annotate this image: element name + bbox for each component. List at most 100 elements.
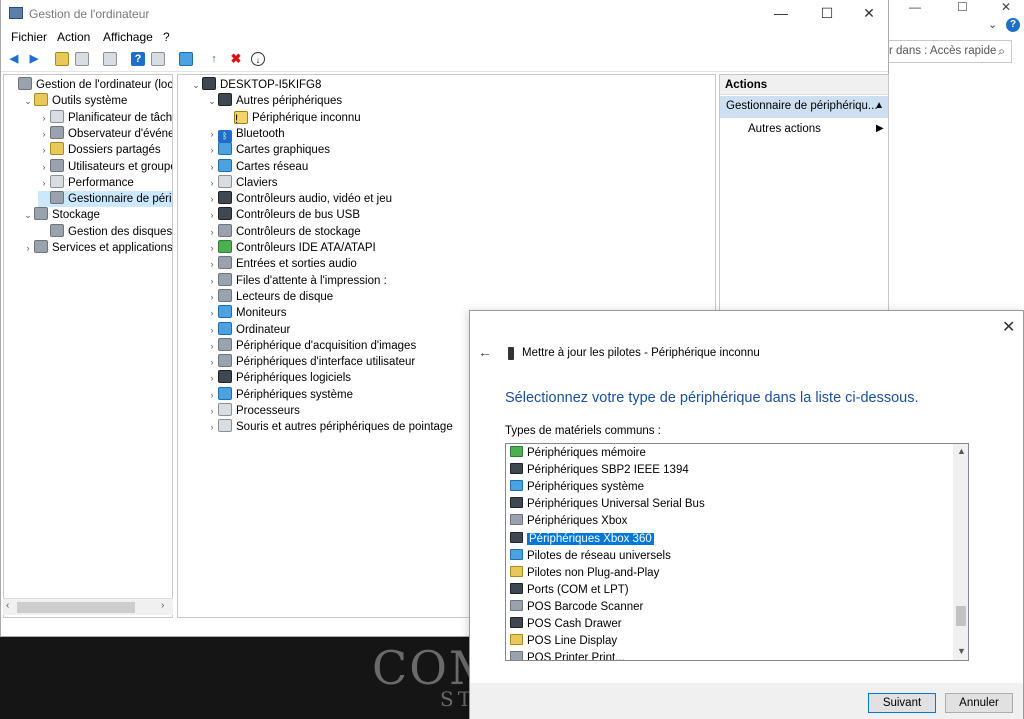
tree-item-gestion-de-l-ordinateur-local[interactable]: Gestion de l'ordinateur (local) xyxy=(6,77,172,93)
collapsed-chevron-icon[interactable]: › xyxy=(206,273,218,289)
collapse-up-icon[interactable]: ▲ xyxy=(874,100,884,111)
disable-device-icon[interactable]: ↓ xyxy=(251,52,265,66)
menu-fichier[interactable]: Fichier xyxy=(11,30,47,44)
tree-item-claviers[interactable]: › Claviers xyxy=(206,174,278,191)
horizontal-scrollbar[interactable]: ‹ › xyxy=(3,598,173,615)
show-hide-tree-icon[interactable] xyxy=(75,52,89,66)
tree-item-peripheriques-d-interface-utilisateur[interactable]: › Périphériques d'interface utilisateur xyxy=(206,354,415,370)
tree-item-controleurs-de-stockage[interactable]: › Contrôleurs de stockage xyxy=(206,223,361,240)
search-input[interactable]: r dans : Accès rapide ⌕ xyxy=(884,40,1012,63)
tree-item-gestion-des-disques[interactable]: Gestion des disques xyxy=(38,223,172,240)
collapsed-chevron-icon[interactable]: › xyxy=(206,240,218,256)
collapsed-chevron-icon[interactable]: › xyxy=(206,419,218,435)
hardware-types-listbox[interactable]: Périphériques mémoire Périphériques SBP2 … xyxy=(505,443,969,661)
scrollbar-thumb[interactable] xyxy=(956,606,966,626)
collapsed-chevron-icon[interactable]: › xyxy=(206,256,218,272)
properties-icon[interactable] xyxy=(103,52,117,66)
bg-maximize-icon[interactable]: ☐ xyxy=(957,0,968,14)
chevron-down-icon[interactable]: ⌄ xyxy=(988,18,997,31)
collapsed-chevron-icon[interactable]: › xyxy=(206,191,218,207)
tree-item-ordinateur[interactable]: › Ordinateur xyxy=(206,321,290,338)
help-icon[interactable]: ? xyxy=(131,52,145,66)
list-item-pos-cash-drawer[interactable]: POS Cash Drawer xyxy=(510,616,622,633)
tree-item-entrees-et-sorties-audio[interactable]: › Entrées et sorties audio xyxy=(206,256,357,272)
tree-item-processeurs[interactable]: › Processeurs xyxy=(206,403,300,419)
cancel-button[interactable]: Annuler xyxy=(945,693,1013,713)
bg-minimize-icon[interactable]: — xyxy=(909,0,921,14)
collapsed-chevron-icon[interactable]: › xyxy=(38,142,50,158)
help-icon[interactable]: ? xyxy=(1006,18,1020,32)
collapsed-chevron-icon[interactable]: › xyxy=(206,159,218,175)
tree-item-utilisateurs-et-groupes-l[interactable]: › Utilisateurs et groupes l xyxy=(38,158,172,175)
next-button[interactable]: Suivant xyxy=(868,693,936,713)
collapsed-chevron-icon[interactable]: › xyxy=(206,338,218,354)
tree-item-souris-et-autres-peripheriques-de-pointage[interactable]: › Souris et autres périphériques de point… xyxy=(206,419,453,435)
up-folder-icon[interactable] xyxy=(55,52,69,66)
list-item-pos-barcode-scanner[interactable]: POS Barcode Scanner xyxy=(510,599,643,616)
menu-action[interactable]: Action xyxy=(57,30,90,44)
tree-item-autres-peripheriques[interactable]: ⌄ Autres périphériques xyxy=(206,93,342,109)
collapsed-chevron-icon[interactable]: › xyxy=(38,175,50,191)
scroll-up-icon[interactable]: ▲ xyxy=(957,446,966,456)
list-item-peripheriques-xbox-360[interactable]: Périphériques Xbox 360 xyxy=(510,531,655,548)
scrollbar-thumb[interactable] xyxy=(17,602,135,613)
scroll-left-icon[interactable]: ‹ xyxy=(6,600,9,611)
list-item-pos-line-display[interactable]: POS Line Display xyxy=(510,633,617,650)
dialog-close-icon[interactable]: ✕ xyxy=(1002,317,1015,337)
scroll-right-icon[interactable]: › xyxy=(161,600,164,611)
tree-item-bluetooth[interactable]: › ᛒ Bluetooth xyxy=(206,126,285,143)
collapsed-chevron-icon[interactable]: › xyxy=(206,289,218,305)
collapsed-chevron-icon[interactable]: › xyxy=(206,403,218,419)
list-item-peripheriques-memoire[interactable]: Périphériques mémoire xyxy=(510,445,646,462)
tree-item-peripheriques-logiciels[interactable]: › Périphériques logiciels xyxy=(206,370,351,386)
collapsed-chevron-icon[interactable]: › xyxy=(206,387,218,403)
close-button[interactable]: ✕ xyxy=(849,2,889,24)
update-driver-icon[interactable]: ↑ xyxy=(207,52,221,66)
list-item-pos-printer-print[interactable]: POS Printer Print... xyxy=(510,650,625,660)
forward-arrow-icon[interactable]: ▶ xyxy=(27,52,41,66)
expanded-chevron-icon[interactable]: ⌄ xyxy=(22,207,34,223)
back-arrow-icon[interactable]: ◀ xyxy=(7,52,21,66)
list-item-peripheriques-systeme[interactable]: Périphériques système xyxy=(510,479,644,496)
actions-device-manager[interactable]: Gestionnaire de périphériqu... ▲ xyxy=(720,96,888,118)
collapsed-chevron-icon[interactable]: › xyxy=(206,370,218,386)
back-arrow-icon[interactable]: ← xyxy=(478,344,492,360)
collapsed-chevron-icon[interactable]: › xyxy=(206,142,218,158)
uninstall-icon[interactable]: ✖ xyxy=(229,52,243,66)
expanded-chevron-icon[interactable]: ⌄ xyxy=(206,93,218,109)
tree-item-cartes-reseau[interactable]: › Cartes réseau xyxy=(206,158,308,175)
tree-item-services-et-applications[interactable]: › Services et applications xyxy=(22,240,172,256)
menu-affichage[interactable]: Affichage xyxy=(103,30,153,44)
tree-item-cartes-graphiques[interactable]: › Cartes graphiques xyxy=(206,142,330,158)
expanded-chevron-icon[interactable]: ⌄ xyxy=(190,77,202,93)
collapsed-chevron-icon[interactable]: › xyxy=(206,305,218,321)
bg-close-icon[interactable]: ✕ xyxy=(1001,0,1011,14)
tree-item-peripherique-inconnu[interactable]: ! Périphérique inconnu xyxy=(222,110,361,126)
tree-item-gestionnaire-de-periphe[interactable]: Gestionnaire de périphé xyxy=(38,191,172,208)
tree-item-files-d-attente-a-l-impression[interactable]: › Files d'attente à l'impression : xyxy=(206,272,387,289)
list-item-pilotes-de-reseau-universels[interactable]: Pilotes de réseau universels xyxy=(510,548,671,565)
tree-item-performance[interactable]: › Performance xyxy=(38,174,134,191)
action-pane-icon[interactable] xyxy=(151,52,165,66)
tree-item-stockage[interactable]: ⌄ Stockage xyxy=(22,207,100,223)
list-item-peripheriques-sbp2-ieee-1394[interactable]: Périphériques SBP2 IEEE 1394 xyxy=(510,462,689,479)
collapsed-chevron-icon[interactable]: › xyxy=(206,126,218,142)
collapsed-chevron-icon[interactable]: › xyxy=(38,126,50,142)
tree-item-peripherique-d-acquisition-d-images[interactable]: › Périphérique d'acquisition d'images xyxy=(206,337,416,354)
collapsed-chevron-icon[interactable]: › xyxy=(206,207,218,223)
minimize-button[interactable]: — xyxy=(761,2,801,24)
tree-item-desktop-i5kifg8[interactable]: ⌄ DESKTOP-I5KIFG8 xyxy=(190,77,321,93)
collapsed-chevron-icon[interactable]: › xyxy=(22,240,34,256)
list-item-pilotes-non-plug-and-play[interactable]: Pilotes non Plug-and-Play xyxy=(510,565,659,582)
collapsed-chevron-icon[interactable]: › xyxy=(206,224,218,240)
collapsed-chevron-icon[interactable]: › xyxy=(206,175,218,191)
other-actions-link[interactable]: Autres actions xyxy=(748,123,821,135)
collapsed-chevron-icon[interactable]: › xyxy=(38,159,50,175)
collapsed-chevron-icon[interactable]: › xyxy=(38,110,50,126)
list-item-ports-com-et-lpt[interactable]: Ports (COM et LPT) xyxy=(510,582,629,599)
list-item-peripheriques-xbox[interactable]: Périphériques Xbox xyxy=(510,513,627,530)
tree-item-moniteurs[interactable]: › Moniteurs xyxy=(206,305,287,321)
list-item-peripheriques-universal-serial-bus[interactable]: Périphériques Universal Serial Bus xyxy=(510,496,705,513)
menu-help[interactable]: ? xyxy=(163,30,170,44)
maximize-button[interactable]: ☐ xyxy=(807,2,847,24)
